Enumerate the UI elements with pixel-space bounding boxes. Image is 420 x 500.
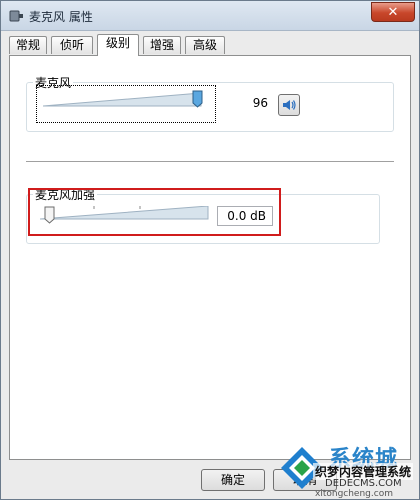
microphone-app-icon [9, 10, 23, 22]
levels-panel: 麦克风 96 麦克风加强 0.0 dB [9, 55, 411, 460]
watermark: 系统城 织梦内容管理系统 DEDECMS.COM xitongcheng.com [271, 441, 419, 499]
slider-track [43, 93, 202, 107]
watermark-url-dedecms: DEDECMS.COM [325, 478, 402, 489]
tab-enhancements[interactable]: 增强 [143, 36, 181, 54]
tab-advanced[interactable]: 高级 [185, 36, 225, 54]
microphone-volume-slider[interactable] [36, 85, 216, 123]
microphone-slider-thumb[interactable] [192, 90, 203, 108]
close-button[interactable]: ✕ [371, 2, 415, 22]
tab-general[interactable]: 常规 [9, 36, 47, 54]
ok-button[interactable]: 确定 [201, 469, 265, 491]
tab-levels[interactable]: 级别 [97, 34, 139, 56]
properties-dialog: 麦克风 属性 ✕ 常规 侦听 级别 增强 高级 麦克风 96 麦克风加强 0.0… [0, 0, 420, 500]
watermark-url-xitongcheng: xitongcheng.com [315, 489, 393, 499]
window-title: 麦克风 属性 [29, 10, 93, 24]
title-bar[interactable]: 麦克风 属性 ✕ [1, 1, 419, 31]
tab-listen[interactable]: 侦听 [51, 36, 93, 54]
speaker-icon [283, 100, 296, 110]
separator-line [26, 161, 394, 163]
close-icon: ✕ [387, 5, 399, 20]
microphone-level-value: 96 [252, 96, 268, 110]
highlight-annotation [28, 188, 281, 236]
mute-toggle-button[interactable] [278, 94, 300, 116]
